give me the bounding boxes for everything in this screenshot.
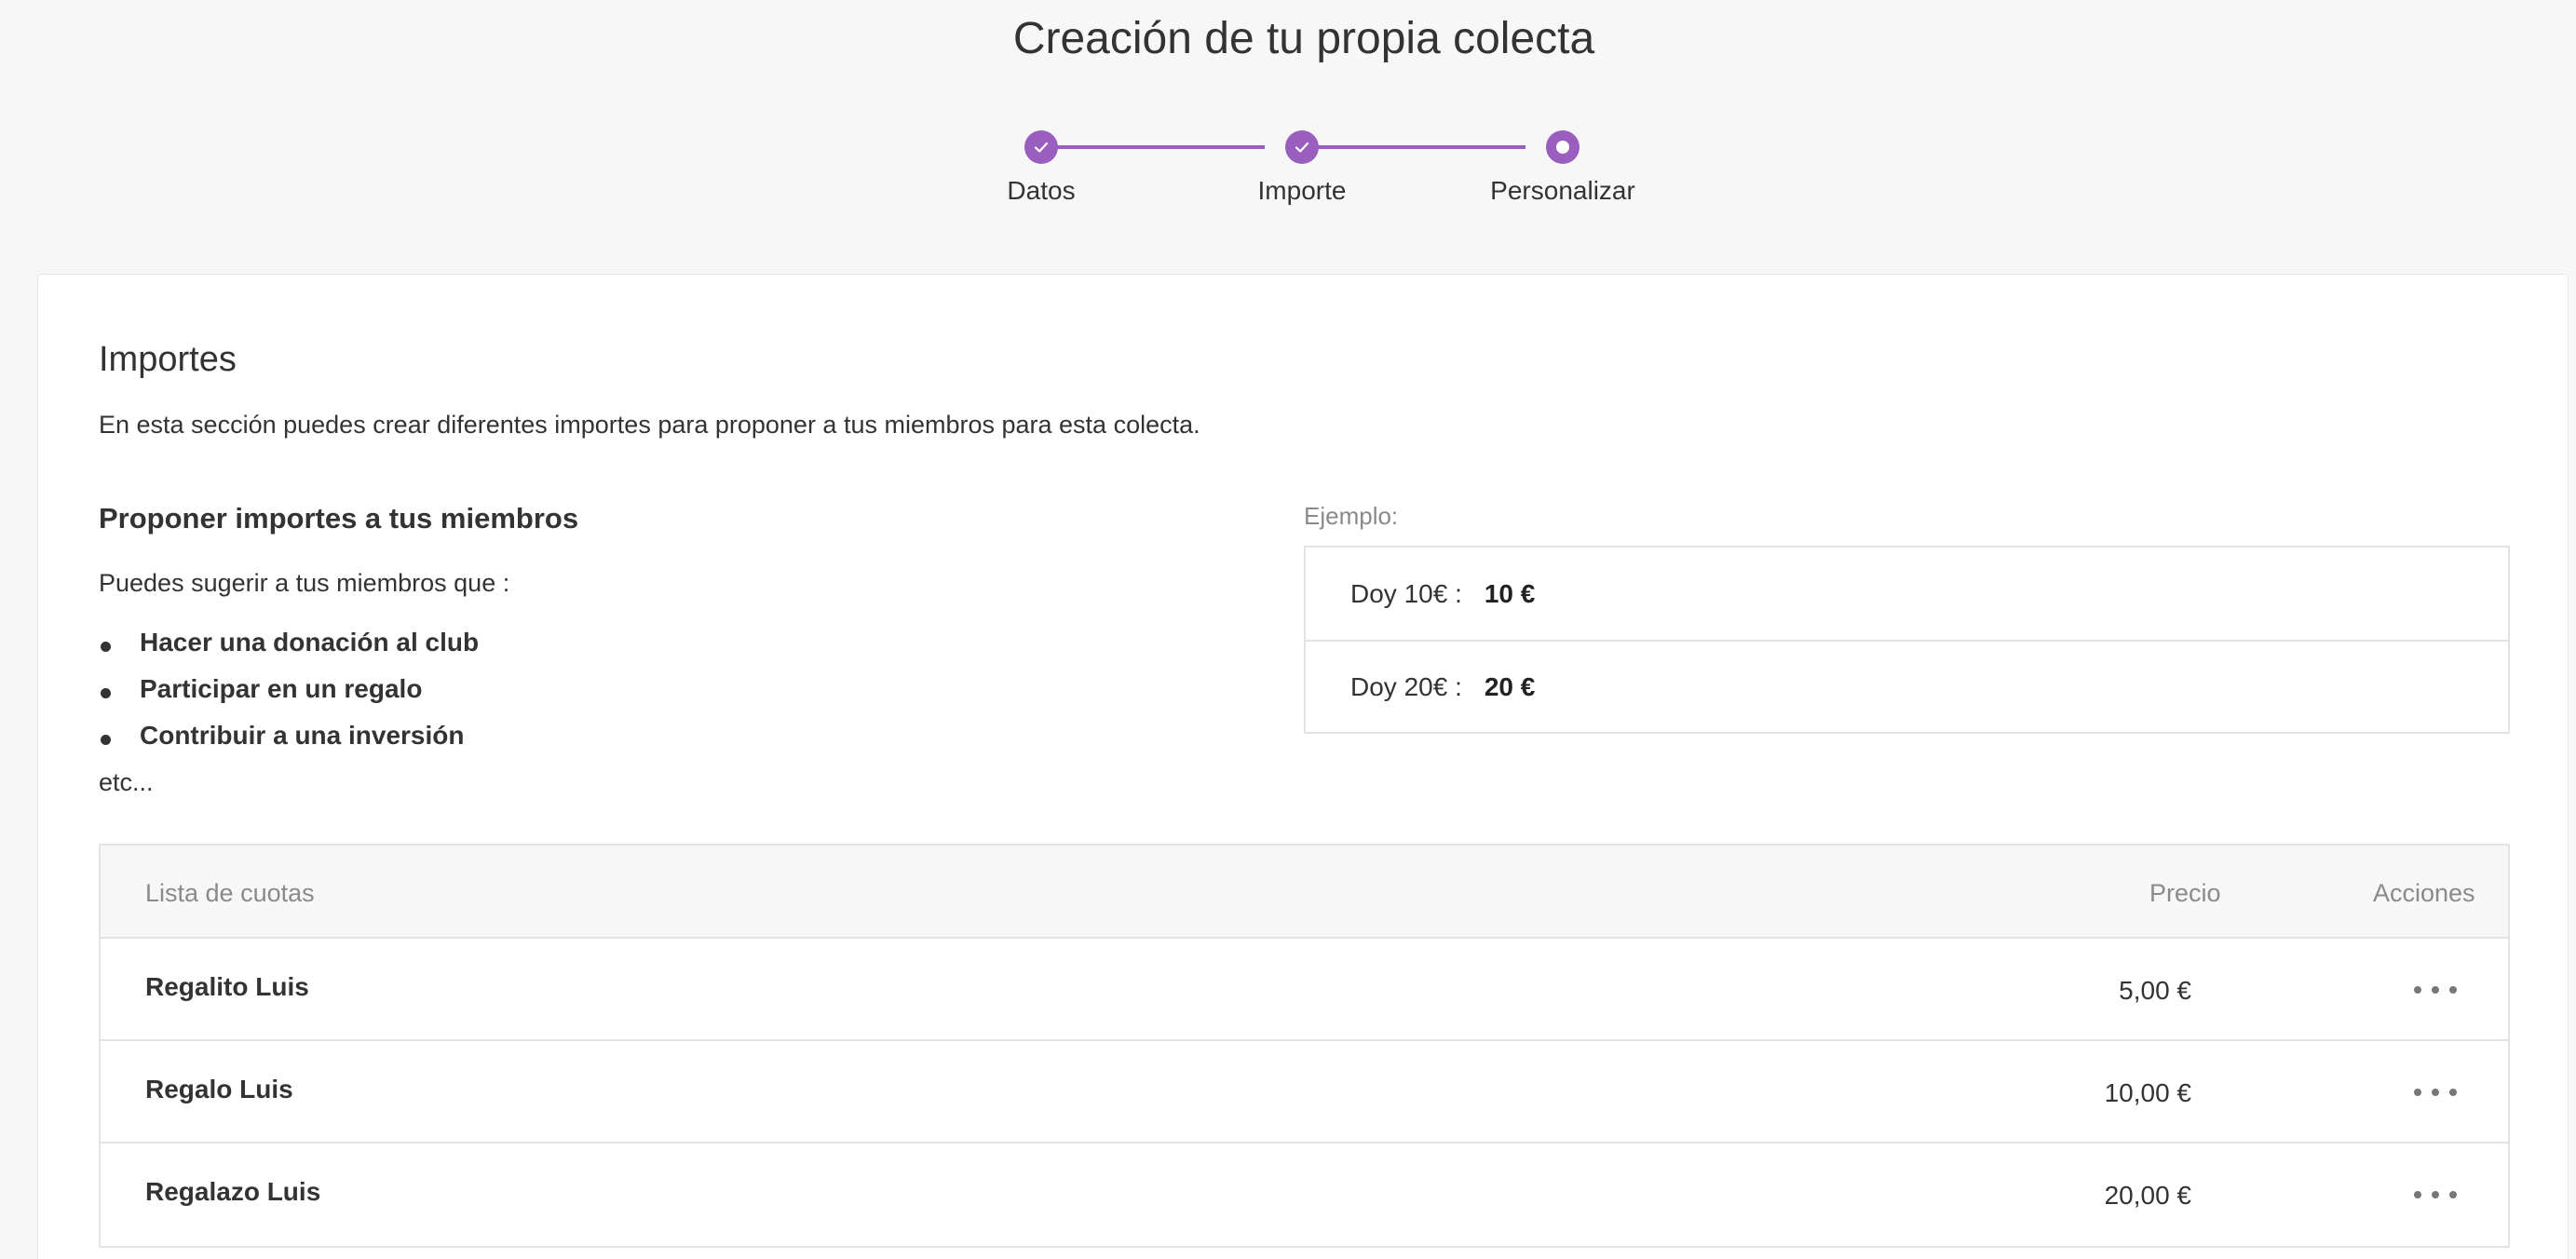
fee-price: 20,00 € <box>2104 1181 2191 1210</box>
fee-price: 5,00 € <box>2119 976 2191 1005</box>
propose-intro: Puedes sugerir a tus miembros que : <box>99 569 510 597</box>
column-header-name: Lista de cuotas <box>145 879 315 907</box>
example-row-value: 10 € <box>1484 578 1536 608</box>
propose-bullet-text: Contribuir a una inversión <box>140 721 465 750</box>
step-importe-done[interactable] <box>1285 130 1319 164</box>
column-header-price: Precio <box>2149 879 2221 907</box>
propose-etc: etc... <box>99 768 154 796</box>
propose-bullet-text: Participar en un regalo <box>140 674 423 703</box>
current-step-dot-icon <box>1556 141 1569 154</box>
section-description: En esta sección puedes crear diferentes … <box>99 411 1200 439</box>
propose-bullet-item: Contribuir a una inversión <box>99 712 479 759</box>
page: Creación de tu propia colecta Datos Impo… <box>0 0 2576 1259</box>
stepper-line-1 <box>1041 145 1265 149</box>
fees-table-header: Lista de cuotas Precio Acciones <box>101 846 2508 939</box>
example-row-label: Doy 10€ : <box>1350 578 1462 608</box>
propose-title: Proponer importes a tus miembros <box>99 502 579 535</box>
fees-table: Lista de cuotas Precio Acciones Regalito… <box>99 844 2510 1248</box>
propose-bullet-text: Hacer una donación al club <box>140 628 480 657</box>
bullet-icon <box>101 735 111 745</box>
more-dots-icon[interactable] <box>2414 976 2457 1004</box>
table-row: Regalazo Luis 20,00 € <box>101 1144 2508 1246</box>
more-dots-icon[interactable] <box>2414 1181 2457 1209</box>
propose-bullet-item: Hacer una donación al club <box>99 619 479 666</box>
example-box: Doy 10€ : 10 € Doy 20€ : 20 € <box>1304 546 2510 734</box>
step-label-personalizar: Personalizar <box>1490 176 1635 205</box>
fee-name: Regalo Luis <box>145 1075 293 1103</box>
example-label: Ejemplo: <box>1304 502 1399 530</box>
fee-price: 10,00 € <box>2104 1078 2191 1107</box>
bullet-icon <box>101 642 111 652</box>
example-row: Doy 20€ : 20 € <box>1306 640 2508 732</box>
step-personalizar-current[interactable] <box>1546 130 1579 164</box>
stepper: Datos Importe Personalizar <box>987 126 1639 219</box>
stepper-line-2 <box>1302 145 1525 149</box>
table-row: Regalo Luis 10,00 € <box>101 1041 2508 1144</box>
bullet-icon <box>101 688 111 698</box>
table-row: Regalito Luis 5,00 € <box>101 939 2508 1041</box>
check-icon <box>1295 142 1309 153</box>
column-header-actions: Acciones <box>2373 879 2475 907</box>
step-datos-done[interactable] <box>1024 130 1058 164</box>
example-row-label: Doy 20€ : <box>1350 671 1462 701</box>
fee-name: Regalito Luis <box>145 972 309 1001</box>
step-label-datos: Datos <box>1007 176 1076 205</box>
propose-bullet-item: Participar en un regalo <box>99 666 479 712</box>
fees-card: Importes En esta sección puedes crear di… <box>37 274 2569 1259</box>
example-row: Doy 10€ : 10 € <box>1306 548 2508 640</box>
section-title: Importes <box>99 340 237 379</box>
example-row-value: 20 € <box>1484 671 1536 701</box>
check-icon <box>1034 142 1049 153</box>
step-label-importe: Importe <box>1257 176 1347 205</box>
page-title: Creación de tu propia colecta <box>1012 14 1595 63</box>
propose-bullet-list: Hacer una donación al club Participar en… <box>99 619 479 759</box>
more-dots-icon[interactable] <box>2414 1078 2457 1106</box>
fee-name: Regalazo Luis <box>145 1177 321 1206</box>
